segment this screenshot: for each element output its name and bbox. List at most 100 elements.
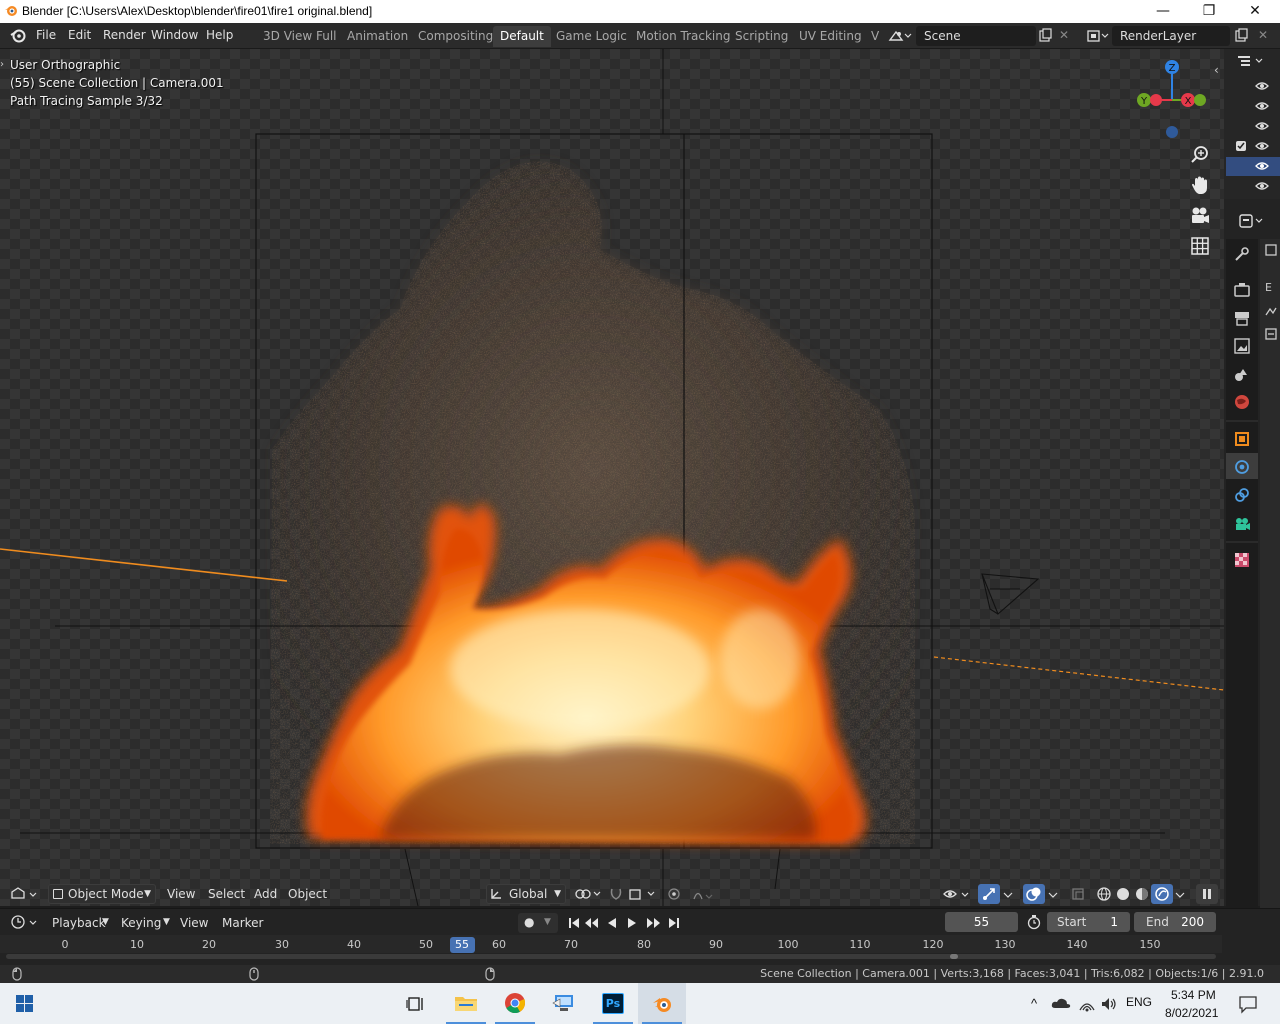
visibility-eye-icon[interactable] [1255,120,1269,132]
solid-shading-icon[interactable] [1114,886,1132,902]
visibility-eye-icon[interactable] [1255,80,1269,92]
visibility-eye-icon[interactable] [1255,100,1269,112]
camera-object[interactable] [981,573,1040,615]
viewport-menu-object[interactable]: Object [288,884,327,904]
render-properties-icon[interactable] [1233,281,1251,299]
network-icon[interactable] [1078,996,1096,1012]
chrome-button[interactable] [491,983,539,1024]
world-properties-icon[interactable] [1233,393,1251,411]
file-explorer-button[interactable] [442,983,490,1024]
maximize-button[interactable]: ❐ [1186,0,1232,23]
blender-menu-icon[interactable] [10,28,26,44]
outliner-selected-row[interactable] [1226,157,1280,176]
texture-properties-icon[interactable] [1233,551,1251,569]
delete-view-layer-icon[interactable]: ✕ [1258,28,1268,42]
volume-icon[interactable] [1100,996,1118,1012]
current-frame-field[interactable]: 55 [945,912,1018,932]
show-hidden-icons-icon[interactable]: ^ [1031,996,1037,1011]
object-properties-icon[interactable] [1233,430,1251,448]
jump-to-keyframe-back-icon[interactable] [585,918,598,928]
start-frame-field[interactable]: Start 1 [1047,912,1130,932]
link-icon[interactable] [1264,327,1278,341]
new-view-layer-icon[interactable] [1233,28,1249,44]
gizmo-neg-y-axis[interactable] [1194,94,1206,106]
timeline-menu-view[interactable]: View [180,913,208,933]
object-data-properties-icon[interactable] [1233,514,1251,532]
view-layer-selector-icon[interactable] [1086,28,1110,44]
constraint-properties-icon[interactable] [1233,486,1251,504]
viewport-menu-add[interactable]: Add [254,884,277,904]
object-mode-dropdown[interactable]: Object Mode ▼ [48,884,156,904]
timeline-menu-playback[interactable]: Playback [52,913,106,933]
clock-time[interactable]: 5:34 PM [1171,988,1216,1002]
material-preview-shading-icon[interactable] [1133,886,1151,902]
language-indicator[interactable]: ENG [1126,995,1152,1009]
pin-icon[interactable] [1264,243,1278,257]
outliner-editor-type-icon[interactable] [1236,53,1270,69]
physics-properties-icon[interactable] [1233,458,1251,476]
overlays-dropdown-icon[interactable] [1047,890,1059,900]
camera-view-icon[interactable] [1189,204,1211,226]
scene-properties-icon[interactable] [1233,365,1251,383]
tab-more[interactable]: V [864,26,886,47]
toolbar-expand-icon[interactable]: › [0,59,4,70]
gizmo-dropdown-icon[interactable] [1002,890,1014,900]
view-layer-name-field[interactable]: RenderLayer [1112,26,1230,46]
onedrive-icon[interactable] [1051,996,1071,1010]
jump-to-end-icon[interactable] [669,918,679,928]
menu-help[interactable]: Help [206,28,233,42]
proportional-editing-icon[interactable] [666,886,716,902]
tab-compositing[interactable]: Compositing [411,26,500,47]
gizmo-neg-x-axis[interactable] [1150,94,1162,106]
zoom-icon[interactable] [1189,144,1211,166]
play-icon[interactable] [628,918,636,928]
blender-taskbar-button[interactable] [638,983,686,1024]
tab-game-logic[interactable]: Game Logic [549,26,634,47]
notifications-icon[interactable] [1238,994,1258,1014]
view-layer-properties-icon[interactable] [1233,337,1251,355]
play-reverse-icon[interactable] [608,918,616,928]
menu-render[interactable]: Render [103,28,146,42]
task-view-button[interactable] [392,983,440,1024]
timeline-scrollbar-handle[interactable] [950,954,958,959]
delete-scene-icon[interactable]: ✕ [1059,28,1069,42]
tab-default[interactable]: Default [493,26,551,47]
end-frame-field[interactable]: End 200 [1134,912,1216,932]
preview-range-icon[interactable] [1026,914,1042,930]
viewport-menu-view[interactable]: View [167,884,195,904]
snapping-icon[interactable] [608,886,658,902]
new-scene-icon[interactable] [1037,28,1053,44]
timeline-menu-keying[interactable]: Keying [121,913,161,933]
shading-dropdown-icon[interactable] [1174,890,1186,900]
properties-editor-type-icon[interactable] [1238,211,1268,231]
output-properties-icon[interactable] [1233,309,1251,327]
timeline-ruler[interactable] [0,935,1222,953]
collection-checkbox-icon[interactable] [1235,140,1247,152]
scene-name-field[interactable]: Scene [916,26,1036,46]
editor-type-icon[interactable] [10,886,40,902]
jump-to-keyframe-forward-icon[interactable] [647,918,660,928]
start-button[interactable] [0,983,48,1024]
gizmo-neg-z-axis[interactable] [1166,126,1178,138]
menu-file[interactable]: File [36,28,56,42]
close-button[interactable]: ✕ [1232,0,1278,23]
clock-date[interactable]: 8/02/2021 [1165,1006,1218,1020]
remote-desktop-button[interactable] [540,983,588,1024]
visibility-eye-icon[interactable] [1255,180,1269,192]
visibility-eye-icon[interactable] [1255,160,1269,172]
viewport-menu-select[interactable]: Select [208,884,245,904]
tab-scripting[interactable]: Scripting [728,26,795,47]
xray-toggle-icon[interactable] [1070,886,1086,902]
data-icon[interactable] [1264,305,1278,319]
timeline-scrollbar[interactable] [6,954,1216,959]
photoshop-button[interactable]: Ps [589,983,637,1024]
pan-hand-icon[interactable] [1189,174,1211,196]
tab-animation[interactable]: Animation [340,26,415,47]
keying-dropdown-icon[interactable]: ▼ [163,917,170,927]
perspective-grid-icon[interactable] [1189,235,1211,257]
tool-settings-icon[interactable] [1233,245,1251,263]
3d-viewport[interactable]: User Orthographic (55) Scene Collection … [0,49,1224,906]
menu-edit[interactable]: Edit [68,28,91,42]
tab-3d-view-full[interactable]: 3D View Full [256,26,344,47]
minimize-button[interactable]: — [1140,0,1186,23]
